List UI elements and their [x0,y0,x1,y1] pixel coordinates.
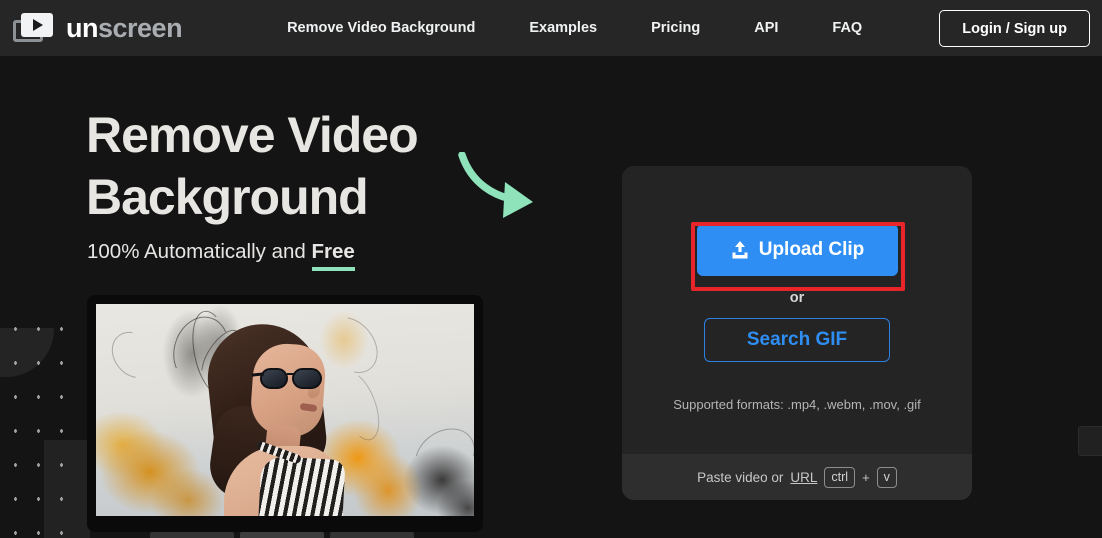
nav-links: Remove Video Background Examples Pricing… [260,20,889,36]
page-subtitle: 100% Automatically and Free [87,240,356,271]
brand-wordmark-screen: screen [98,12,183,43]
login-signup-button[interactable]: Login / Sign up [939,10,1090,47]
nav-item-api[interactable]: API [727,20,805,36]
brand-wordmark: unscreen [66,12,183,44]
decorative-dot-grid [0,300,80,538]
video-thumbnail-strip[interactable] [150,532,490,538]
keyboard-key-ctrl: ctrl [824,466,856,488]
brand-wordmark-un: un [66,12,99,43]
page-subtitle-prefix: 100% Automatically and [87,240,312,263]
upload-clip-button[interactable]: Upload Clip [696,224,898,276]
keyboard-key-v: v [876,466,897,488]
curved-arrow-right-icon [458,152,533,218]
page-title-line-1: Remove Video [86,107,419,163]
video-preview-image [96,304,474,516]
keyboard-plus-separator: + [862,469,870,485]
upload-icon [732,241,748,259]
paste-video-label: Paste video or [697,469,784,485]
unscreen-homepage: unscreen Remove Video Background Example… [0,0,1102,538]
supported-formats-label: Supported formats: .mp4, .webm, .mov, .g… [673,397,921,412]
page-subtitle-emphasis: Free [311,240,356,271]
search-gif-button[interactable]: Search GIF [704,318,890,362]
sunglasses-icon [251,368,328,389]
page-title: Remove Video Background [86,104,506,228]
or-separator-label: or [789,290,805,306]
video-frames-play-icon [13,12,55,44]
upload-card-body: Upload Clip or Search GIF Supported form… [622,166,972,454]
nav-item-examples[interactable]: Examples [502,20,624,36]
nav-item-faq[interactable]: FAQ [805,20,889,36]
url-link[interactable]: URL [790,470,817,485]
upload-card: Upload Clip or Search GIF Supported form… [622,166,972,500]
top-navigation-bar: unscreen Remove Video Background Example… [0,0,1102,56]
page-title-line-2: Background [86,169,369,225]
video-preview[interactable] [87,295,483,532]
nav-item-remove-video-background[interactable]: Remove Video Background [260,20,502,36]
brand-logo[interactable]: unscreen [13,12,183,44]
edge-widget[interactable] [1078,426,1102,456]
nav-item-pricing[interactable]: Pricing [624,20,727,36]
video-subject-person [202,318,354,516]
paste-video-footer: Paste video or URL ctrl + v [622,454,972,500]
upload-clip-label: Upload Clip [758,239,865,260]
